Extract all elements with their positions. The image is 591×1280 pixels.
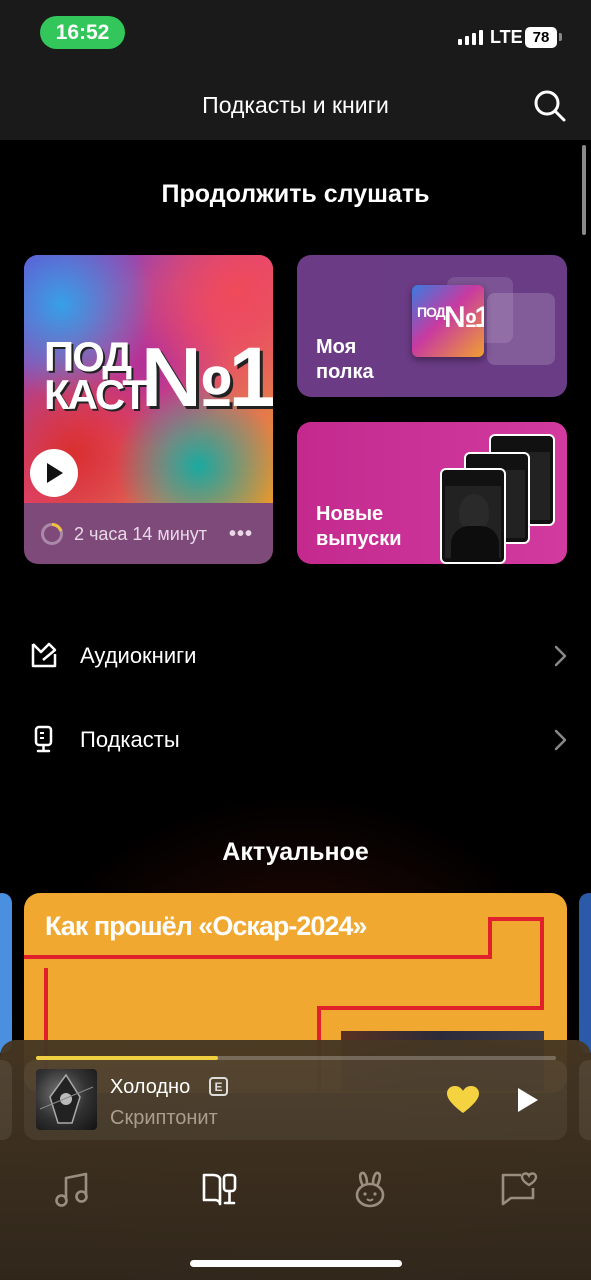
podcast-book-icon xyxy=(202,1173,237,1206)
explicit-badge: E xyxy=(209,1077,228,1096)
collection-heart-icon xyxy=(501,1172,538,1206)
my-shelf-label-1: Моя xyxy=(316,336,357,358)
home-indicator[interactable] xyxy=(190,1260,402,1267)
cover-artwork-icon xyxy=(39,1073,94,1124)
shelf-cover-text: ПОД xyxy=(417,304,446,320)
tab-music[interactable] xyxy=(52,1170,92,1210)
status-time: 16:52 xyxy=(40,16,125,49)
chevron-right-icon xyxy=(554,645,567,667)
tab-collection[interactable] xyxy=(499,1170,539,1210)
page-title: Подкасты и книги xyxy=(202,92,389,118)
new-releases-label-1: Новые xyxy=(316,503,384,525)
battery-tip-icon xyxy=(559,33,562,41)
heart-icon xyxy=(447,1086,479,1113)
carousel-prev-card[interactable] xyxy=(0,893,12,1053)
track-cover-art xyxy=(36,1069,97,1130)
category-label: Аудиокниги xyxy=(80,643,197,668)
podcast-cover-art: ПОД КАСТ №1 xyxy=(24,255,273,503)
battery-indicator: 78 xyxy=(525,27,557,48)
episode-thumbnail xyxy=(440,468,506,564)
category-label: Подкасты xyxy=(80,727,180,752)
music-note-icon xyxy=(55,1172,88,1207)
my-shelf-label-2: полка xyxy=(316,361,374,383)
remaining-duration: 2 часа 14 минут xyxy=(74,524,208,544)
player-prev-track-card[interactable] xyxy=(0,1060,12,1140)
player-next-track-card[interactable] xyxy=(579,1060,591,1140)
signal-icon xyxy=(458,30,483,45)
track-title: Холодно xyxy=(110,1076,191,1098)
search-icon xyxy=(534,90,566,122)
podcast-mic-icon xyxy=(34,725,53,753)
cover-title-line2: КАСТ xyxy=(44,371,148,418)
audiobook-icon xyxy=(31,642,57,668)
play-icon xyxy=(47,463,63,483)
carousel-next-card[interactable] xyxy=(579,893,591,1053)
play-button[interactable] xyxy=(515,1085,541,1115)
continue-section-title: Продолжить слушать xyxy=(161,180,430,208)
header: Подкасты и книги xyxy=(0,70,591,140)
network-label: LTE xyxy=(490,27,523,47)
like-button[interactable] xyxy=(446,1085,480,1115)
search-button[interactable] xyxy=(530,86,570,126)
shelf-decor-card xyxy=(487,293,555,365)
shelf-cover-number: №1 xyxy=(444,301,484,334)
play-episode-button[interactable] xyxy=(30,449,78,497)
cover-number: №1 xyxy=(141,330,273,424)
new-releases-label-2: выпуски xyxy=(316,528,402,550)
mini-player[interactable] xyxy=(24,1060,567,1140)
banner-title: Как прошёл «Оскар-2024» xyxy=(45,911,367,941)
listening-progress-icon xyxy=(41,523,63,545)
play-icon xyxy=(518,1088,538,1112)
more-options-button[interactable]: ••• xyxy=(229,524,253,544)
continue-listening-card[interactable]: ПОД КАСТ №1 2 часа 14 минут ••• xyxy=(24,255,273,564)
category-row-audiobooks[interactable]: Аудиокниги xyxy=(0,626,591,686)
tab-podcasts-books[interactable] xyxy=(201,1170,241,1210)
shelf-podcast-cover: ПОД №1 xyxy=(412,285,484,357)
tab-kids[interactable] xyxy=(350,1170,390,1210)
chevron-right-icon xyxy=(554,729,567,751)
my-shelf-tile[interactable]: ПОД №1 Моя полка xyxy=(297,255,567,397)
category-row-podcasts[interactable]: Подкасты xyxy=(0,710,591,770)
bunny-icon xyxy=(355,1171,385,1208)
topical-section-title: Актуальное xyxy=(222,838,369,866)
track-artist: Скриптонит xyxy=(110,1107,218,1129)
new-releases-tile[interactable]: Новые выпуски xyxy=(297,422,567,564)
